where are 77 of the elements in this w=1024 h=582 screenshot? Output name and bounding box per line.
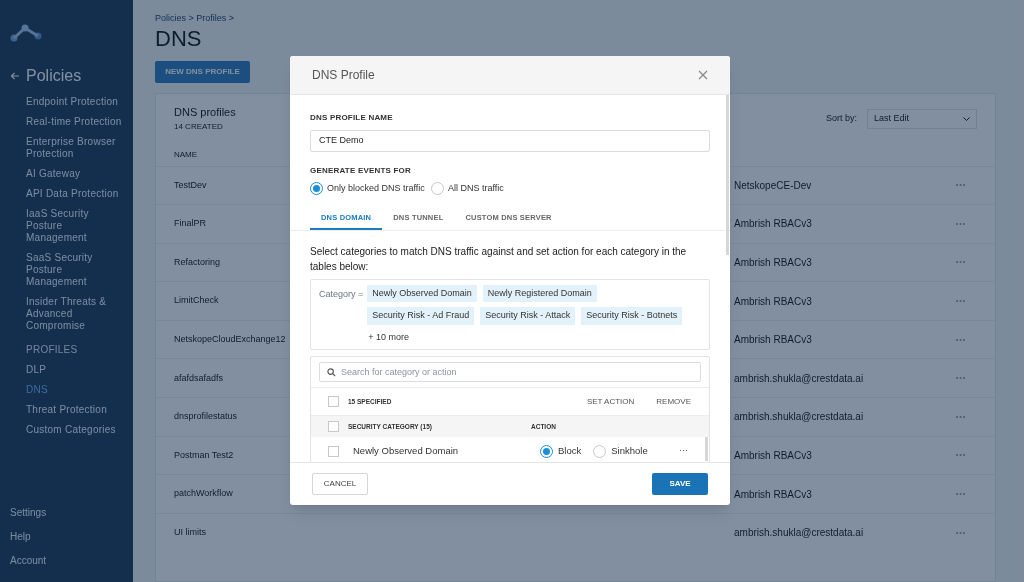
radio-label[interactable]: Block bbox=[558, 443, 582, 459]
more-icon[interactable] bbox=[956, 184, 965, 187]
sidebar-footer-link[interactable]: Settings bbox=[10, 505, 123, 520]
search-icon bbox=[327, 368, 336, 377]
sidebar-item[interactable]: Threat Protection bbox=[26, 404, 123, 416]
table-cell-text: ambrish.shukla@crestdata.ai bbox=[734, 410, 864, 425]
breadcrumb[interactable]: Policies > Profiles > bbox=[155, 12, 996, 26]
radio-label[interactable]: Only blocked DNS traffic bbox=[327, 182, 425, 196]
checkbox[interactable] bbox=[328, 396, 339, 407]
cancel-button[interactable]: CANCEL bbox=[312, 473, 368, 495]
dialog-title: DNS Profile bbox=[312, 67, 375, 84]
table-cell-text: ambrish.shukla@crestdata.ai bbox=[734, 371, 864, 386]
save-button[interactable]: SAVE bbox=[652, 473, 708, 495]
category-tag: Security Risk - Attack bbox=[480, 307, 576, 325]
page-title: DNS bbox=[155, 25, 203, 52]
checkbox[interactable] bbox=[328, 421, 339, 432]
more-icon[interactable] bbox=[956, 415, 965, 418]
more-icon[interactable] bbox=[956, 261, 965, 264]
card-title: DNS profiles bbox=[174, 105, 236, 121]
sidebar-item[interactable]: Custom Categories bbox=[26, 424, 123, 436]
field-label: GENERATE EVENTS FOR bbox=[310, 165, 412, 177]
sidebar-item[interactable]: Enterprise Browser Protection bbox=[26, 136, 123, 160]
table-cell[interactable]: UI limits bbox=[174, 525, 734, 540]
table-cell-text: Ambrish RBACv3 bbox=[734, 333, 812, 348]
sidebar-item[interactable]: SaaS Security Posture Management bbox=[26, 252, 123, 288]
sidebar-footer-link[interactable]: Account bbox=[10, 553, 123, 568]
sidebar-item[interactable]: IaaS Security Posture Management bbox=[26, 208, 123, 244]
new-profile-button[interactable]: NEW DNS PROFILE bbox=[155, 60, 250, 83]
sidebar-heading: PROFILES bbox=[26, 344, 79, 356]
sidebar-footer-link[interactable]: Help bbox=[10, 529, 123, 544]
table-cell-text: Ambrish RBACv3 bbox=[734, 448, 812, 463]
more-icon[interactable]: ··· bbox=[679, 444, 688, 458]
sidebar-title: Policies bbox=[26, 66, 82, 86]
logo-icon bbox=[10, 24, 42, 42]
radio-label[interactable]: All DNS traffic bbox=[447, 182, 504, 196]
close-icon[interactable] bbox=[698, 70, 708, 80]
chevron-icon bbox=[963, 116, 970, 121]
category-tag: Newly Registered Domain bbox=[482, 284, 597, 302]
set-action-button[interactable]: SET ACTION bbox=[586, 395, 635, 408]
radio-label[interactable]: Sinkhole bbox=[611, 443, 648, 459]
column-header: NAME bbox=[174, 148, 198, 161]
table-cell-text: Ambrish RBACv3 bbox=[734, 294, 812, 309]
search-field[interactable]: Search for category or action bbox=[319, 362, 701, 382]
more-link[interactable]: + 10 more bbox=[367, 329, 688, 344]
sidebar-item[interactable]: AI Gateway bbox=[26, 168, 123, 180]
category-tag: Security Risk - Ad Fraud bbox=[367, 307, 475, 325]
checkbox[interactable] bbox=[328, 445, 339, 457]
category-name: Newly Observed Domain bbox=[353, 443, 460, 458]
table-cell-text: Ambrish RBACv3 bbox=[734, 256, 812, 270]
more-icon[interactable] bbox=[956, 531, 965, 534]
filter-label: Category = bbox=[319, 287, 364, 301]
profile-name-field[interactable]: CTE Demo bbox=[310, 130, 710, 152]
sort-label: Sort by: bbox=[826, 111, 857, 125]
sidebar-item[interactable]: API Data Protection bbox=[26, 188, 123, 200]
table-cell-text: Ambrish RBACv3 bbox=[734, 217, 812, 232]
more-icon[interactable] bbox=[956, 338, 965, 341]
sidebar-item[interactable]: Insider Threats & Advanced Compromise bbox=[26, 296, 123, 332]
sidebar-item[interactable]: DLP bbox=[26, 364, 123, 376]
more-icon[interactable] bbox=[956, 300, 965, 303]
sidebar-item[interactable]: Endpoint Protection bbox=[26, 96, 123, 108]
scrollbar[interactable] bbox=[726, 95, 729, 255]
sidebar-item[interactable]: Real-time Protection bbox=[26, 116, 123, 128]
category-tag: Newly Observed Domain bbox=[367, 284, 477, 302]
back-arrow-icon[interactable] bbox=[10, 72, 20, 80]
category-tag: Security Risk - Botnets bbox=[581, 307, 683, 325]
field-label: DNS PROFILE NAME bbox=[310, 112, 394, 124]
profile-count: 14 CREATED bbox=[174, 120, 224, 133]
more-icon[interactable] bbox=[956, 222, 965, 225]
more-icon[interactable] bbox=[956, 377, 965, 380]
description-text: Select categories to match DNS traffic against and set action for each category in the tables below: bbox=[310, 244, 688, 274]
remove-button[interactable]: REMOVE bbox=[656, 395, 691, 408]
more-icon[interactable] bbox=[956, 454, 965, 457]
sort-dropdown[interactable]: Last Edit bbox=[867, 108, 977, 129]
table-cell-text: NetskopeCE-Dev bbox=[734, 178, 812, 193]
more-icon[interactable] bbox=[956, 493, 965, 496]
table-cell-text: ambrish.shukla@crestdata.ai bbox=[734, 526, 864, 541]
table-cell-text: Ambrish RBACv3 bbox=[734, 487, 812, 502]
